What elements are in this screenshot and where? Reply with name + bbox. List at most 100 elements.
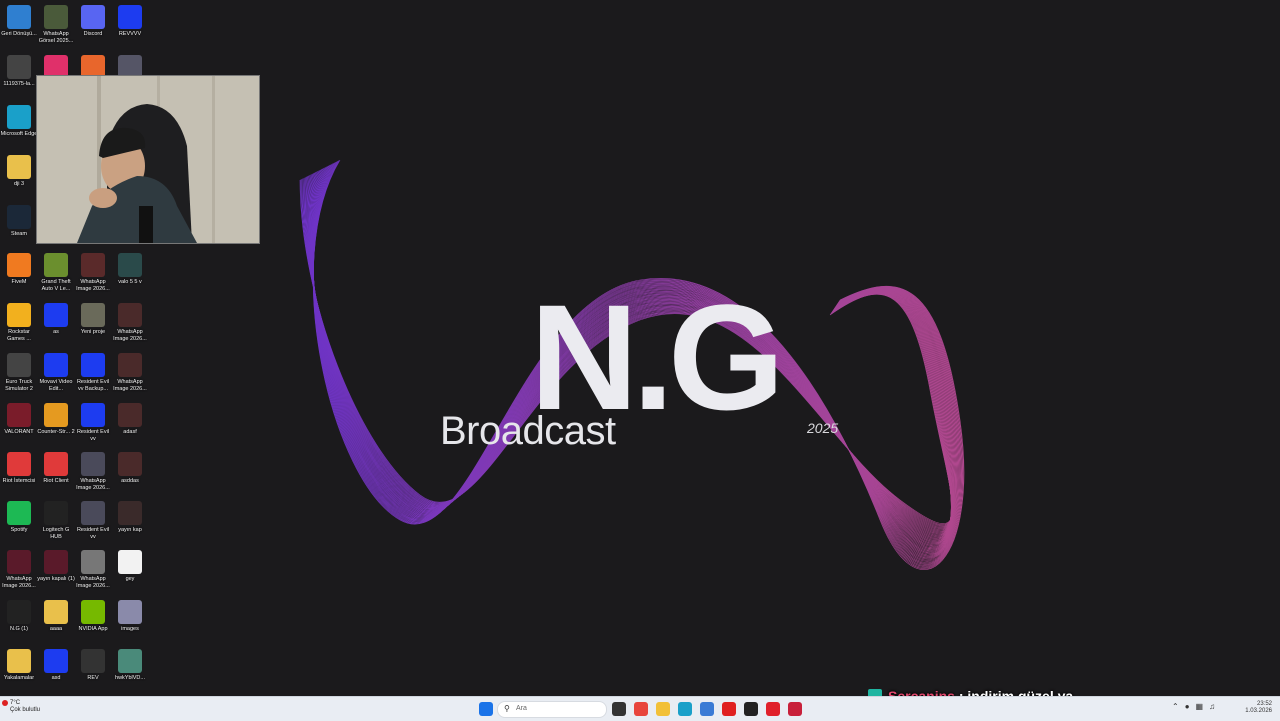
desktop-icon[interactable]: Spotify: [0, 499, 38, 534]
desktop-icon-label: WhatsApp Image 2026...: [76, 576, 110, 589]
weather-icon: [2, 700, 8, 706]
desktop-icon-label: Steam: [11, 231, 27, 237]
desktop-icon-label: asddas: [121, 478, 139, 484]
desktop-icon[interactable]: Grand Theft Auto V Le...: [37, 251, 75, 293]
desktop-icon[interactable]: VALORANT: [0, 401, 38, 436]
network-icon[interactable]: ▦: [1196, 702, 1210, 711]
desktop-icon-label: Riot Client: [43, 478, 69, 484]
desktop-icon[interactable]: 1119375-la...: [0, 53, 38, 88]
desktop-icon[interactable]: Yakalamalar: [0, 647, 38, 682]
desktop-icon[interactable]: Riot İstemcisi: [0, 450, 38, 485]
desktop-icon-label: WhatsApp Image 2026...: [113, 329, 147, 342]
obs-icon[interactable]: [744, 702, 758, 716]
image-thumbnail-icon: [7, 55, 31, 79]
desktop-icon[interactable]: dji 3: [0, 153, 38, 188]
desktop-icon[interactable]: WhatsApp Image 2026...: [74, 251, 112, 293]
desktop-icon[interactable]: Rockstar Games ...: [0, 301, 38, 343]
desktop-icon[interactable]: WhatsApp Image 2026...: [74, 450, 112, 492]
opera-icon[interactable]: [766, 702, 780, 716]
desktop-icon[interactable]: Riot Client: [37, 450, 75, 485]
desktop-icon-label: WhatsApp Image 2026...: [76, 478, 110, 491]
desktop-icon[interactable]: WhatsApp Image 2026...: [74, 548, 112, 590]
riot-icon: [44, 452, 68, 476]
desktop-icon[interactable]: Logitech G HUB: [37, 499, 75, 541]
desktop-icon[interactable]: Geri Dönüşü...: [0, 3, 38, 38]
windows-start-icon[interactable]: [479, 702, 493, 716]
webcam-overlay: [36, 75, 260, 244]
desktop-icon-label: Logitech G HUB: [42, 527, 70, 540]
desktop-icon-label: valo 5 5 v: [118, 279, 142, 285]
desktop-icon-label: WhatsApp Image 2026...: [113, 379, 147, 392]
clock[interactable]: 23:52 1.03.2026: [1245, 701, 1272, 715]
desktop-icon[interactable]: REV: [74, 647, 112, 682]
desktop-icon[interactable]: N.G (1): [0, 598, 38, 633]
volume-icon[interactable]: ♫: [1209, 702, 1221, 711]
taskbar-search-box[interactable]: ⚲ Ara: [497, 701, 607, 718]
desktop-icon-label: asd: [51, 675, 61, 681]
store-icon[interactable]: [700, 702, 714, 716]
desktop-icon[interactable]: Yeni proje: [74, 301, 112, 336]
desktop-icon[interactable]: adasf: [111, 401, 149, 436]
desktop-icon[interactable]: valo 5 5 v: [111, 251, 149, 286]
microphone-icon[interactable]: ●: [1185, 702, 1196, 711]
desktop-icon[interactable]: WhatsApp Image 2026...: [111, 351, 149, 393]
app-icon[interactable]: [788, 702, 802, 716]
chrome-icon[interactable]: [634, 702, 648, 716]
youtube-icon[interactable]: [722, 702, 736, 716]
desktop-icon[interactable]: Resident Evil vv Backup...: [74, 351, 112, 393]
desktop-icon-label: WhatsApp Image 2026...: [2, 576, 36, 589]
system-tray-icons[interactable]: ⌃●▦♫: [1172, 702, 1221, 711]
desktop-icon[interactable]: Steam: [0, 203, 38, 238]
desktop-icon-label: N.G (1): [9, 626, 29, 632]
file-explorer-icon[interactable]: [656, 702, 670, 716]
desktop-icon[interactable]: Movavi Video Edit...: [37, 351, 75, 393]
desktop-icon[interactable]: aaaa: [37, 598, 75, 633]
desktop-icon-label: Microsoft Edge: [0, 131, 38, 137]
app-icon: [81, 353, 105, 377]
rockstar-icon: [7, 303, 31, 327]
desktop-icon[interactable]: hwkYblVD...: [111, 647, 149, 682]
discord-icon: [81, 5, 105, 29]
webcam-scene-graphic: [37, 76, 259, 243]
desktop-icon[interactable]: WhatsApp Görsel 2025...: [37, 3, 75, 45]
desktop-icon[interactable]: asddas: [111, 450, 149, 485]
desktop-icon-label: Grand Theft Auto V Le...: [41, 279, 71, 292]
desktop-icon[interactable]: yayın kap: [111, 499, 149, 534]
desktop-icon-label: Yakalamalar: [3, 675, 35, 681]
logitech-icon: [44, 501, 68, 525]
desktop-icon-label: Yeni proje: [80, 329, 106, 335]
desktop-icon[interactable]: Microsoft Edge: [0, 103, 38, 138]
desktop-icon-label: Geri Dönüşü...: [1, 31, 37, 37]
image-thumbnail-icon: [81, 452, 105, 476]
desktop-icon[interactable]: gey: [111, 548, 149, 583]
desktop-icon[interactable]: Discord: [74, 3, 112, 38]
desktop-icon[interactable]: FiveM: [0, 251, 38, 286]
desktop-icon[interactable]: REVVVV: [111, 3, 149, 38]
desktop-icon[interactable]: NVIDIA App: [74, 598, 112, 633]
task-view-icon[interactable]: [612, 702, 626, 716]
desktop-icon[interactable]: yayın kapalı (1): [37, 548, 75, 583]
spotify-icon: [7, 501, 31, 525]
desktop-icon[interactable]: Counter-Str... 2: [37, 401, 75, 436]
desktop-icon-label: Rockstar Games ...: [7, 329, 31, 342]
weather-widget[interactable]: 7°C Çok bulutlu: [2, 700, 40, 714]
desktop-icon[interactable]: WhatsApp Image 2026...: [0, 548, 38, 590]
desktop-icon[interactable]: Resident Evil vv: [74, 499, 112, 541]
clock-date: 1.03.2026: [1245, 708, 1272, 714]
desktop-icon-label: Movavi Video Edit...: [39, 379, 73, 392]
chevron-up-icon[interactable]: ⌃: [1172, 702, 1185, 711]
desktop-icon[interactable]: as: [37, 301, 75, 336]
desktop-icon[interactable]: asd: [37, 647, 75, 682]
desktop-icon[interactable]: Resident Evil vv: [74, 401, 112, 443]
desktop-icon[interactable]: Euro Truck Simulator 2: [0, 351, 38, 393]
desktop-icon-label: FiveM: [11, 279, 27, 285]
edge-icon[interactable]: [678, 702, 692, 716]
gta-icon: [44, 253, 68, 277]
image-thumbnail-icon: [81, 303, 105, 327]
desktop-icon[interactable]: WhatsApp Image 2026...: [111, 301, 149, 343]
desktop-icon[interactable]: images: [111, 598, 149, 633]
desktop-icon-label: Resident Evil vv Backup...: [76, 379, 110, 392]
folder-icon: [7, 155, 31, 179]
desktop-icon-label: 1119375-la...: [3, 81, 35, 87]
image-thumbnail-icon: [118, 452, 142, 476]
